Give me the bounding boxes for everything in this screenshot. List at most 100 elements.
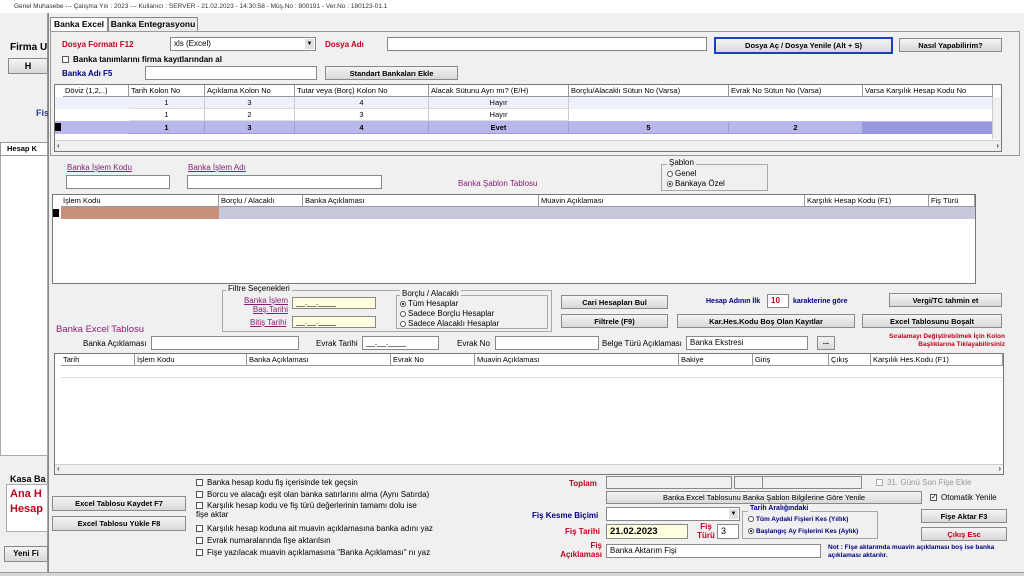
vergi-tahmin-button[interactable]: Vergi/TC tahmin et xyxy=(889,293,1002,307)
scroll-right-icon[interactable]: › xyxy=(996,141,999,150)
fis-turu-input[interactable]: 3 xyxy=(717,524,739,539)
belge-turu-ellipsis-button[interactable]: ... xyxy=(817,336,835,350)
excel-header[interactable]: İşlem Kodu xyxy=(135,354,247,366)
sablon-header[interactable]: Muavin Açıklaması xyxy=(539,195,805,207)
radio-icon[interactable] xyxy=(667,180,673,187)
format-header[interactable]: Alacak Sütunu Ayrı mı? (E/H) xyxy=(429,85,569,97)
vertical-scrollbar[interactable] xyxy=(992,97,1001,139)
horizontal-scrollbar[interactable]: ‹ › xyxy=(55,140,1001,151)
checkbox-icon[interactable] xyxy=(196,479,203,487)
yeni-fis-button[interactable]: Yeni Fi xyxy=(4,546,48,562)
option-checkbox[interactable]: Evrak numaralarında fişe aktarılsın xyxy=(196,536,331,545)
format-header[interactable]: Tarih Kolon No xyxy=(129,85,205,97)
tum-aydaki-radio[interactable]: Tüm Aydaki Fişleri Kes (Yıllık) xyxy=(748,516,848,523)
banka-aciklamasi-input[interactable] xyxy=(151,336,299,350)
table-cell[interactable]: 1 xyxy=(129,122,205,134)
banka-tanim-checkbox[interactable]: Banka tanımlarını firma kayıtlarından al xyxy=(62,55,222,64)
sablon-yenile-button[interactable]: Banka Excel Tablosunu Banka Şablon Bilgi… xyxy=(606,491,922,504)
otomatik-yenile-checkbox[interactable]: Otomatik Yenile xyxy=(930,493,997,502)
table-cell[interactable]: 3 xyxy=(205,97,295,109)
option-checkbox[interactable]: Karşılık hesap koduna ait muavin açıklam… xyxy=(196,524,433,533)
excel-tablosu-kaydet-button[interactable]: Excel Tablosu Kaydet F7 xyxy=(52,496,186,511)
hesap-adinin-input[interactable]: 10 xyxy=(767,294,789,308)
filtrele-button[interactable]: Filtrele (F9) xyxy=(561,314,668,328)
tab-banka-entegrasyonu[interactable]: Banka Entegrasyonu xyxy=(108,17,198,31)
nasil-yapabilirim-button[interactable]: Nasıl Yapabilirim? xyxy=(899,38,1002,52)
excel-header[interactable]: Giriş xyxy=(753,354,829,366)
format-header[interactable]: Borçlu/Alacaklı Sütun No (Varsa) xyxy=(569,85,729,97)
chevron-down-icon[interactable]: ▼ xyxy=(729,509,738,519)
bas-tarihi-input[interactable]: __.__.____ xyxy=(292,297,376,309)
table-cell[interactable]: 4 xyxy=(295,122,429,134)
table-cell[interactable]: 2 xyxy=(729,122,863,134)
belge-turu-input[interactable]: Banka Ekstresi xyxy=(686,336,808,350)
option-checkbox[interactable]: Karşılık hesap kodu ve fiş türü değerler… xyxy=(196,501,426,519)
evrak-no-input[interactable] xyxy=(495,336,599,350)
excel-header[interactable]: Muavin Açıklaması xyxy=(475,354,679,366)
format-header[interactable]: Varsa Karşılık Hesap Kodu No xyxy=(863,85,993,97)
radio-icon[interactable] xyxy=(400,320,406,327)
table-cell[interactable]: 1 xyxy=(129,97,205,109)
table-row[interactable] xyxy=(219,207,975,219)
dosya-formati-select[interactable]: xls (Excel) ▼ xyxy=(170,37,316,51)
table-cell-active[interactable] xyxy=(61,207,219,219)
sablon-header[interactable]: Karşılık Hesap Kodu (F1) xyxy=(805,195,929,207)
sablon-header[interactable]: İşlem Kodu xyxy=(61,195,219,207)
sablon-genel-radio[interactable]: Genel xyxy=(667,169,696,178)
table-cell[interactable]: 2 xyxy=(205,109,295,121)
sablon-header[interactable]: Fiş Türü xyxy=(929,195,975,207)
tab-banka-excel[interactable]: Banka Excel xyxy=(50,17,108,31)
option-checkbox[interactable]: Borcu ve alacağı eşit olan banka satırla… xyxy=(196,490,429,499)
checkbox-icon[interactable] xyxy=(196,537,203,545)
evrak-tarihi-input[interactable]: __.__.____ xyxy=(362,336,439,350)
checkbox-icon[interactable] xyxy=(196,502,203,510)
scroll-left-icon[interactable]: ‹ xyxy=(57,141,60,150)
checkbox-icon[interactable] xyxy=(196,549,203,557)
excel-header[interactable]: Çıkış xyxy=(829,354,871,366)
table-cell[interactable]: 3 xyxy=(205,122,295,134)
banka-islem-adi-input[interactable] xyxy=(187,175,382,189)
cari-hesaplari-bul-button[interactable]: Cari Hesapları Bul xyxy=(561,295,668,309)
checkbox-icon[interactable] xyxy=(930,494,937,502)
table-row[interactable] xyxy=(61,366,1003,378)
checkbox-icon[interactable] xyxy=(196,525,203,533)
cikis-button[interactable]: Çıkış Esc xyxy=(921,527,1007,541)
baslangic-ay-radio[interactable]: Başlangıç Ay Fişlerini Kes (Aylık) xyxy=(748,528,858,535)
checkbox-icon[interactable] xyxy=(62,56,69,64)
radio-icon[interactable] xyxy=(400,300,406,307)
excel-header[interactable]: Bakiye xyxy=(679,354,753,366)
checkbox-icon[interactable] xyxy=(196,491,203,499)
banka-adi-input[interactable] xyxy=(145,66,317,80)
sablon-header[interactable]: Borçlu / Alacaklı xyxy=(219,195,303,207)
format-header[interactable]: Açıklama Kolon No xyxy=(205,85,295,97)
fis-kesme-select[interactable]: ▼ xyxy=(606,507,740,521)
fise-aktar-button[interactable]: Fişe Aktar F3 xyxy=(921,509,1007,523)
bitis-tarihi-input[interactable]: __.__.____ xyxy=(292,316,376,328)
fis-aciklamasi-input[interactable]: Banka Aktarım Fişi xyxy=(606,544,821,558)
excel-header[interactable]: Karşılık Hes.Kodu (F1) xyxy=(871,354,1003,366)
radio-icon[interactable] xyxy=(748,516,754,523)
table-cell[interactable] xyxy=(863,122,993,134)
excel-header[interactable]: Tarih xyxy=(61,354,135,366)
table-cell[interactable]: Evet xyxy=(429,122,569,134)
dosya-ac-button[interactable]: Dosya Aç / Dosya Yenile (Alt + S) xyxy=(714,37,893,54)
table-cell[interactable]: 4 xyxy=(295,97,429,109)
dosya-adi-input[interactable] xyxy=(387,37,707,51)
horizontal-scrollbar[interactable]: ‹ › xyxy=(55,464,1003,474)
excel-tablosunu-bosalt-button[interactable]: Excel Tablosunu Boşalt xyxy=(862,314,1002,328)
sablon-header[interactable]: Banka Açıklaması xyxy=(303,195,539,207)
fis-tarihi-input[interactable]: 21.02.2023 xyxy=(606,524,688,539)
table-cell[interactable]: 5 xyxy=(569,122,729,134)
background-h-button[interactable]: H xyxy=(8,58,48,74)
banka-islem-kodu-input[interactable] xyxy=(66,175,170,189)
table-cell[interactable]: Hayır xyxy=(429,109,569,121)
table-cell[interactable]: Hayır xyxy=(429,97,569,109)
excel-header[interactable]: Evrak No xyxy=(391,354,475,366)
format-header[interactable]: Tutar veya (Borç) Kolon No xyxy=(295,85,429,97)
scroll-left-icon[interactable]: ‹ xyxy=(57,464,60,473)
option-checkbox[interactable]: Fişe yazılacak muavin açıklamasına "Bank… xyxy=(196,548,430,557)
option-checkbox[interactable]: Banka hesap kodu fiş içerisinde tek geçs… xyxy=(196,478,358,487)
kar-hes-kodu-button[interactable]: Kar.Hes.Kodu Boş Olan Kayıtlar xyxy=(677,314,855,328)
sadece-borclu-radio[interactable]: Sadece Borçlu Hesaplar xyxy=(400,309,494,318)
checkbox-icon[interactable] xyxy=(876,479,883,487)
